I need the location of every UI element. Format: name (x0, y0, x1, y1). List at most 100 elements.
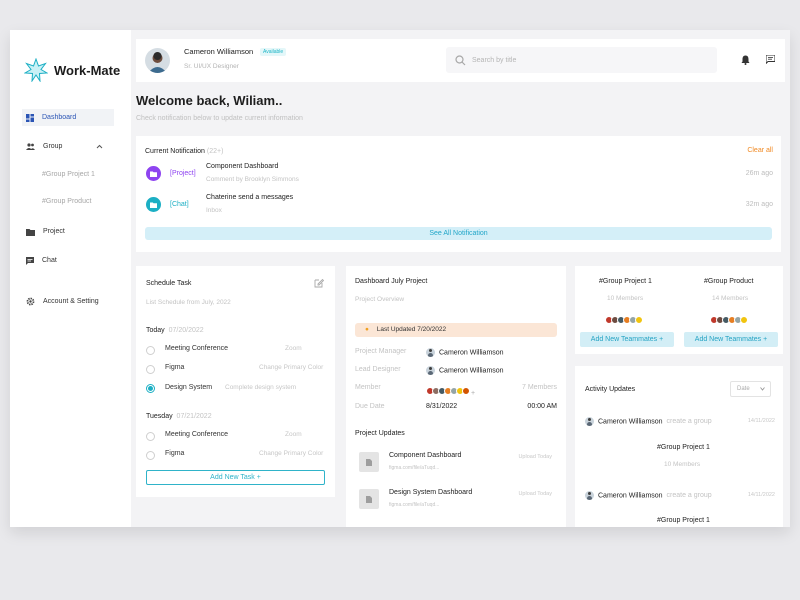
sidebar-subitem-group-project-1[interactable]: #Group Project 1 (42, 171, 95, 178)
lead-designer-value: Cameron Williamson (426, 366, 504, 375)
activity-user[interactable]: Cameron Williamson (598, 418, 663, 425)
project-manager-value: Cameron Williamson (426, 348, 504, 357)
notification-item-title: Component Dashboard (206, 163, 279, 170)
task-note: Change Primary Color (259, 450, 324, 457)
activity-user[interactable]: Cameron Williamson (598, 492, 663, 499)
notification-item[interactable]: [Project] Component Dashboard Comment by… (145, 163, 773, 187)
notification-count: (22+) (206, 148, 224, 155)
day-heading: Tuesday 07/21/2022 (146, 413, 212, 420)
sidebar-subitem-group-product[interactable]: #Group Product (42, 198, 91, 205)
update-file-name[interactable]: Component Dashboard (389, 452, 461, 459)
user-avatar[interactable] (145, 48, 170, 73)
due-date-value: 8/31/2022 (426, 403, 458, 410)
file-icon (359, 489, 379, 509)
add-new-task-button[interactable]: Add New Task + (146, 470, 325, 485)
date-filter-select[interactable]: Date (730, 381, 771, 397)
group-icon (26, 143, 35, 150)
logo[interactable]: Work-Mate (24, 58, 120, 82)
activity-group-name: #Group Project 1 (657, 517, 710, 524)
sidebar-item-dashboard[interactable]: Dashboard (22, 109, 114, 126)
bell-icon[interactable] (741, 55, 750, 65)
avatar (426, 348, 435, 357)
search-input[interactable]: Search by title (446, 47, 717, 73)
notification-title-label: Current Notification (145, 148, 205, 155)
task-name: Design System (165, 384, 213, 391)
notification-item[interactable]: [Chat] Chaterine send a messages Inbox 3… (145, 194, 773, 218)
top-bar: Cameron Williamson Available Sr. UI/UX D… (136, 39, 785, 82)
task-checkbox-checked[interactable] (146, 384, 155, 393)
due-date-label: Due Date (355, 403, 385, 410)
sidebar-item-label: Chat (42, 257, 57, 264)
bulb-icon: ● (365, 326, 369, 333)
page-title: Welcome back, Wiliam.. (136, 93, 283, 108)
day-label: Today (146, 327, 165, 334)
group-name: #Group Product (704, 278, 754, 285)
status-badge: Available (260, 48, 287, 56)
group-members: 14 Members (712, 295, 749, 302)
message-icon[interactable] (766, 55, 775, 64)
update-file-name[interactable]: Design System Dashboard (389, 489, 472, 496)
sidebar-item-label: Dashboard (42, 114, 77, 121)
gear-icon (26, 297, 35, 306)
sidebar-item-account-setting[interactable]: Account & Setting (22, 293, 114, 310)
page-subtitle: Check notification below to update curre… (136, 115, 303, 122)
group-members: 10 Members (607, 295, 644, 302)
sidebar-item-label: Project (43, 228, 65, 235)
add-new-teammates-button[interactable]: Add New Teammates + (580, 332, 674, 347)
chat-tag-icon (146, 197, 161, 212)
sidebar-item-chat[interactable]: Chat (22, 252, 114, 269)
activity-action: create a group (666, 492, 712, 500)
add-new-teammates-button[interactable]: Add New Teammates + (684, 332, 778, 347)
activity-item-header: Cameron Williamson create a group (585, 491, 712, 500)
logo-icon (24, 58, 48, 82)
search-icon (455, 54, 466, 65)
sidebar-item-project[interactable]: Project (22, 223, 114, 240)
lead-designer-label: Lead Designer (355, 366, 401, 373)
day-label: Tuesday (146, 413, 173, 420)
chevron-up-icon[interactable] (96, 144, 103, 149)
see-all-notification-button[interactable]: See All Notification (145, 227, 772, 240)
avatar (426, 366, 435, 375)
user-role: Sr. UI/UX Designer (184, 63, 239, 70)
group-avatars (605, 311, 643, 329)
date-filter-label: Date (737, 386, 750, 392)
task-note: Change Primary Color (259, 364, 324, 371)
notification-tag: [Project] (170, 170, 196, 177)
edit-icon[interactable] (314, 278, 324, 288)
last-updated-text: Last Updated 7/20/2022 (376, 326, 447, 333)
app-window: Work-Mate Dashboard Group #Group Project… (10, 30, 790, 527)
task-checkbox[interactable] (146, 432, 155, 441)
schedule-subtitle: List Schedule from July, 2022 (146, 299, 231, 306)
task-checkbox[interactable] (146, 451, 155, 460)
activity-group-members: 10 Members (664, 461, 701, 468)
folder-icon (26, 228, 35, 236)
notification-time: 26m ago (745, 170, 773, 177)
update-file-time: Upload Today (518, 491, 552, 497)
sidebar-item-label: Group (43, 143, 63, 150)
project-title: Dashboard July Project (355, 278, 428, 285)
update-file-meta: figma.com/file/aTuqd... (389, 465, 440, 471)
group-name: #Group Project 1 (599, 278, 652, 285)
chevron-down-icon (760, 387, 765, 391)
notification-item-title: Chaterine send a messages (206, 194, 294, 201)
notification-tag: [Chat] (170, 201, 189, 208)
member-avatars[interactable]: + (426, 382, 475, 400)
chat-icon (26, 256, 34, 265)
schedule-card: Schedule Task List Schedule from July, 2… (136, 266, 335, 497)
day-date: 07/20/2022 (168, 327, 204, 334)
last-updated-banner: ● Last Updated 7/20/2022 (355, 323, 557, 337)
avatar (585, 491, 594, 500)
update-file-time: Upload Today (518, 454, 552, 460)
day-heading: Today 07/20/2022 (146, 327, 204, 334)
task-checkbox[interactable] (146, 346, 155, 355)
clear-all-link[interactable]: Clear all (747, 147, 773, 154)
user-name: Cameron Williamson (184, 47, 254, 56)
activity-title: Activity Updates (585, 386, 636, 393)
task-note: Zoom (285, 431, 302, 438)
sidebar-item-group[interactable]: Group (22, 138, 114, 155)
project-tag-icon (146, 166, 161, 181)
group-avatars (710, 311, 748, 329)
task-checkbox[interactable] (146, 365, 155, 374)
notification-item-sub: Comment by Brooklyn Simmons (206, 176, 299, 183)
notification-time: 32m ago (745, 201, 773, 208)
